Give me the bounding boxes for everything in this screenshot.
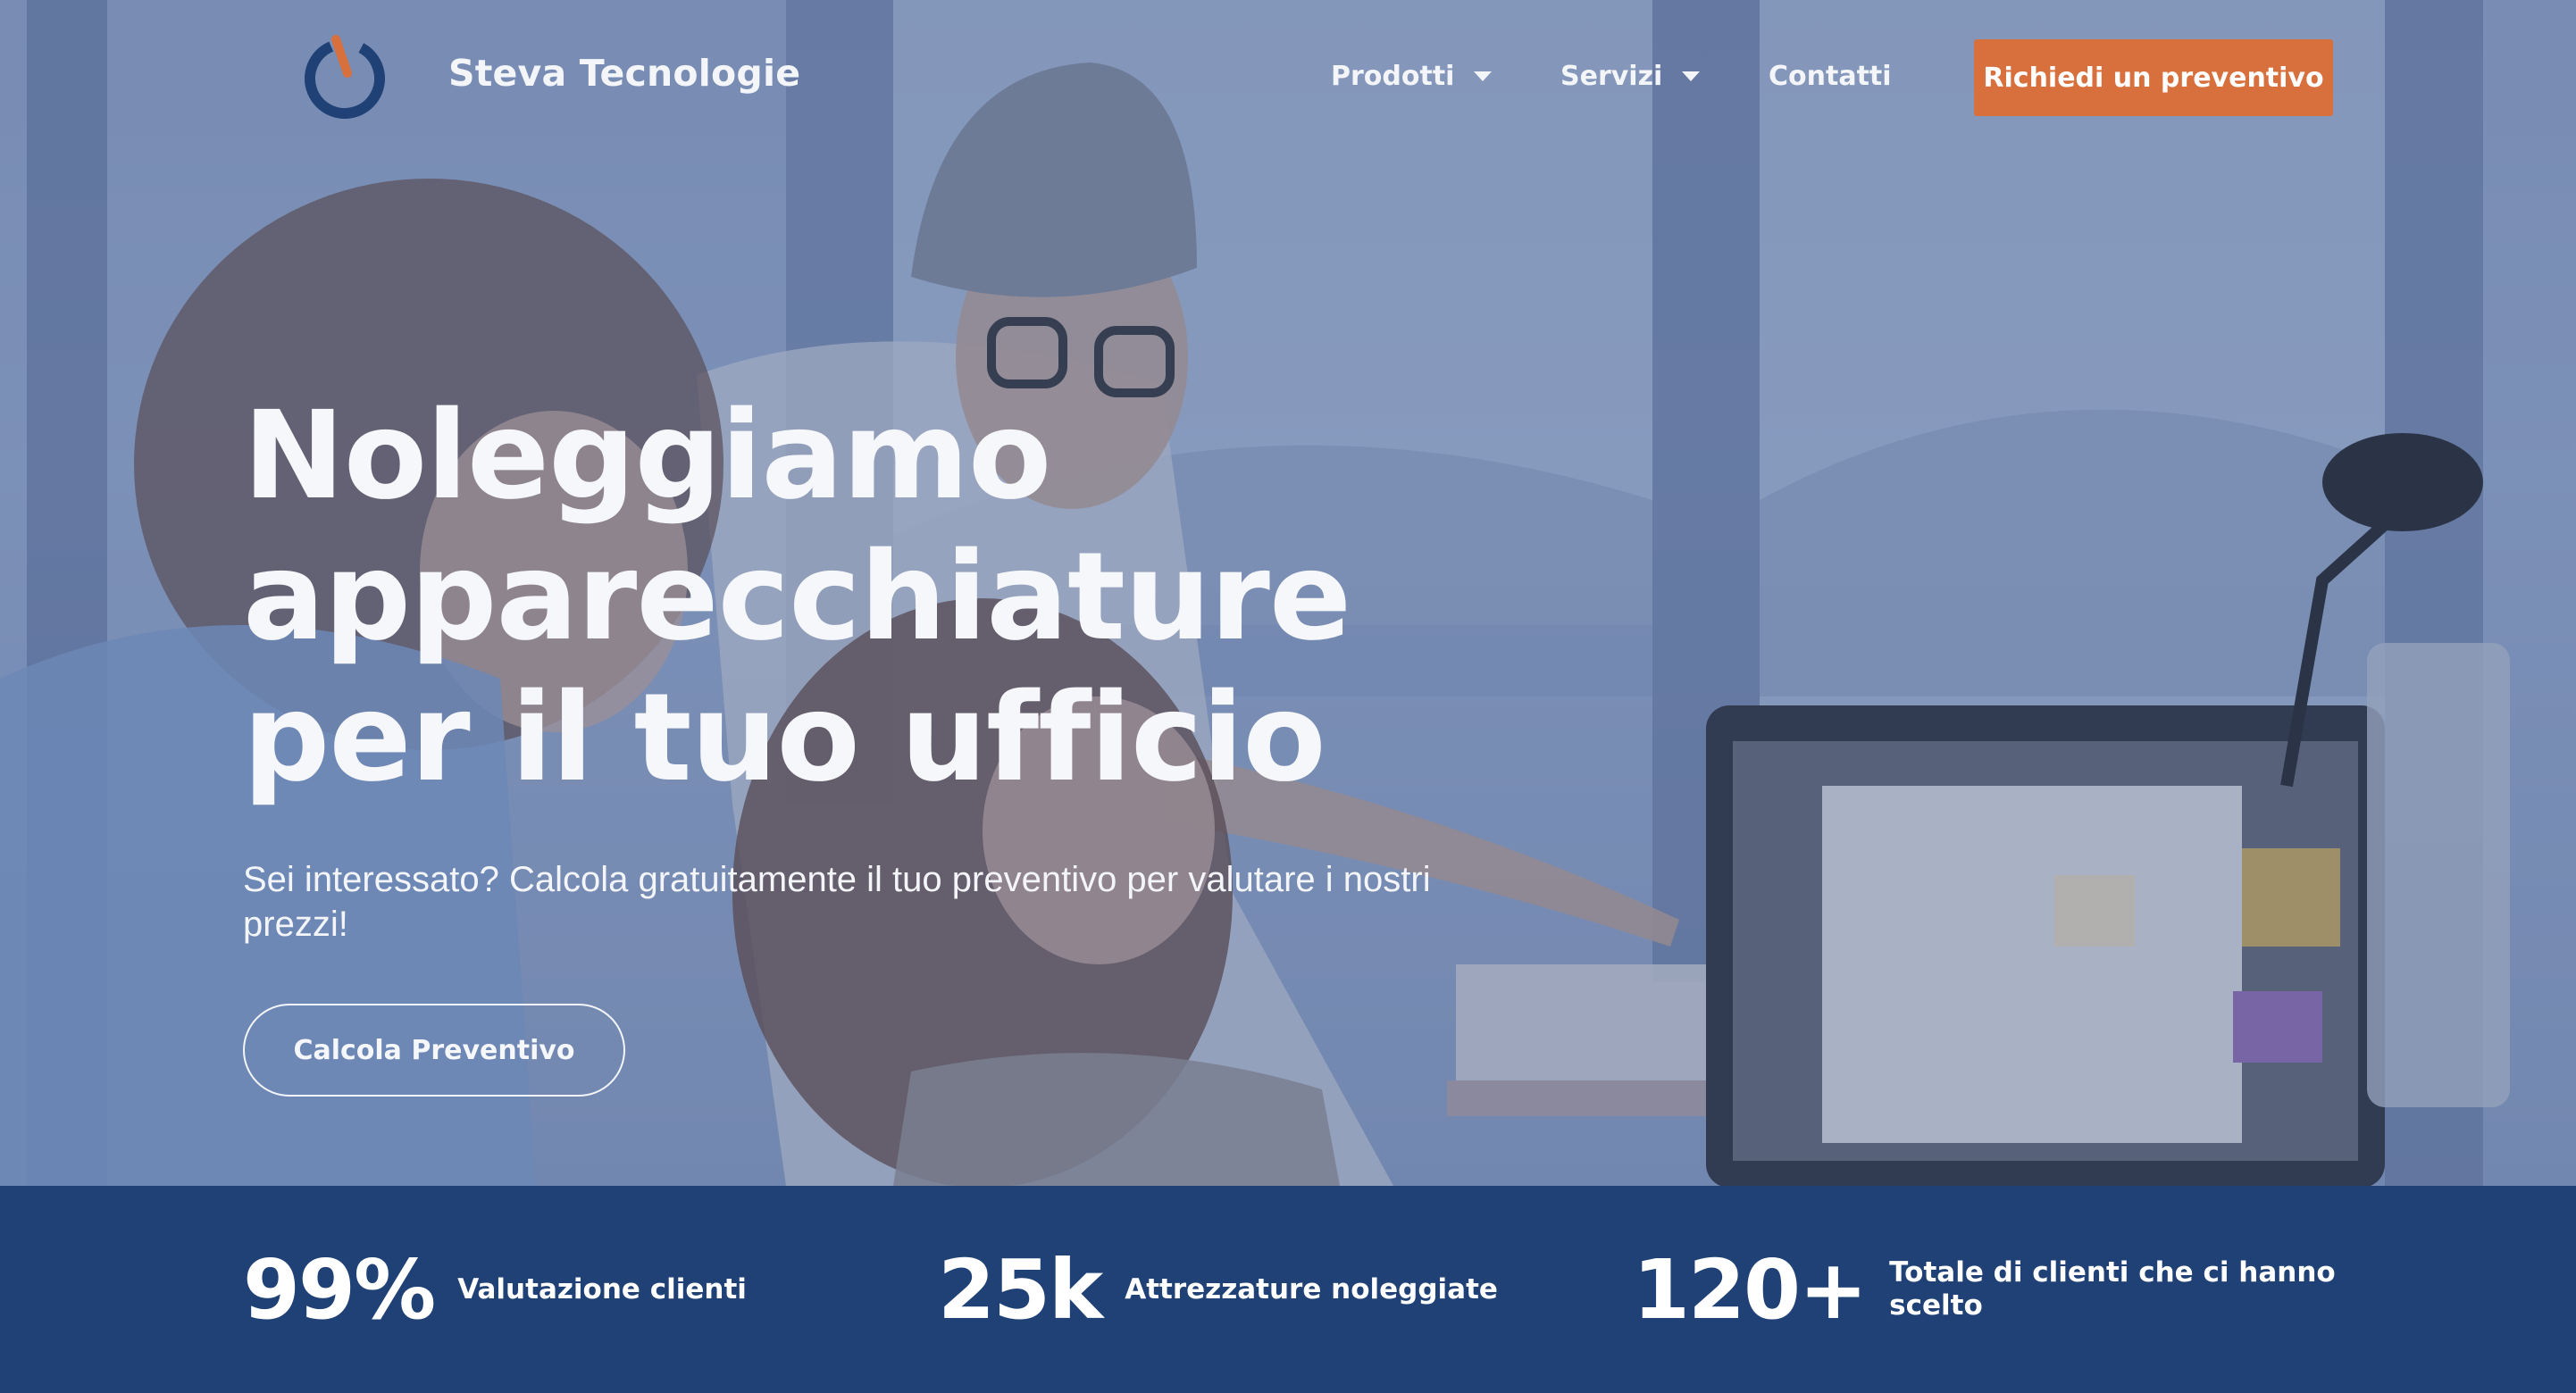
headline-line: per il tuo ufficio — [243, 668, 1326, 809]
stat-label: Attrezzature noleggiate — [1125, 1272, 1498, 1305]
stat-item: 120+ Totale di clienti che ci hanno scel… — [1633, 1186, 2354, 1393]
stat-value: 25k — [938, 1241, 1103, 1338]
brand-logo-icon[interactable] — [300, 32, 389, 121]
headline-line: Noleggiamo — [243, 386, 1051, 527]
stat-value: 120+ — [1633, 1241, 1868, 1338]
headline-line: apparecchiature — [243, 527, 1351, 668]
stat-label: Totale di clienti che ci hanno scelto — [1889, 1256, 2336, 1322]
stat-value: 99% — [243, 1241, 436, 1338]
hero-headline: Noleggiamo apparecchiature per il tuo uf… — [243, 386, 1404, 809]
request-quote-button[interactable]: Richiedi un preventivo — [1974, 39, 2333, 116]
stat-item: 25k Attrezzature noleggiate — [938, 1186, 1498, 1393]
chevron-down-icon — [1682, 71, 1701, 81]
top-navigation: Steva Tecnologie Prodotti Servizi Contat… — [0, 0, 2576, 157]
brand-name[interactable]: Steva Tecnologie — [448, 52, 800, 95]
landing-page: Steva Tecnologie Prodotti Servizi Contat… — [0, 0, 2576, 1393]
nav-item-label: Prodotti — [1331, 61, 1455, 92]
stats-band: 99% Valutazione clienti 25k Attrezzature… — [0, 1186, 2576, 1393]
nav-item-prodotti[interactable]: Prodotti — [1331, 61, 1493, 92]
stat-label: Valutazione clienti — [457, 1272, 747, 1305]
stat-item: 99% Valutazione clienti — [243, 1186, 747, 1393]
hero-subtitle: Sei interessato? Calcola gratuitamente i… — [243, 860, 1431, 944]
calculate-quote-button[interactable]: Calcola Preventivo — [243, 1004, 625, 1097]
nav-item-label: Contatti — [1769, 61, 1892, 92]
hero-section: Steva Tecnologie Prodotti Servizi Contat… — [0, 0, 2576, 1186]
chevron-down-icon — [1474, 71, 1493, 81]
nav-item-servizi[interactable]: Servizi — [1560, 61, 1701, 92]
nav-item-label: Servizi — [1560, 61, 1663, 92]
nav-item-contatti[interactable]: Contatti — [1769, 61, 1892, 92]
